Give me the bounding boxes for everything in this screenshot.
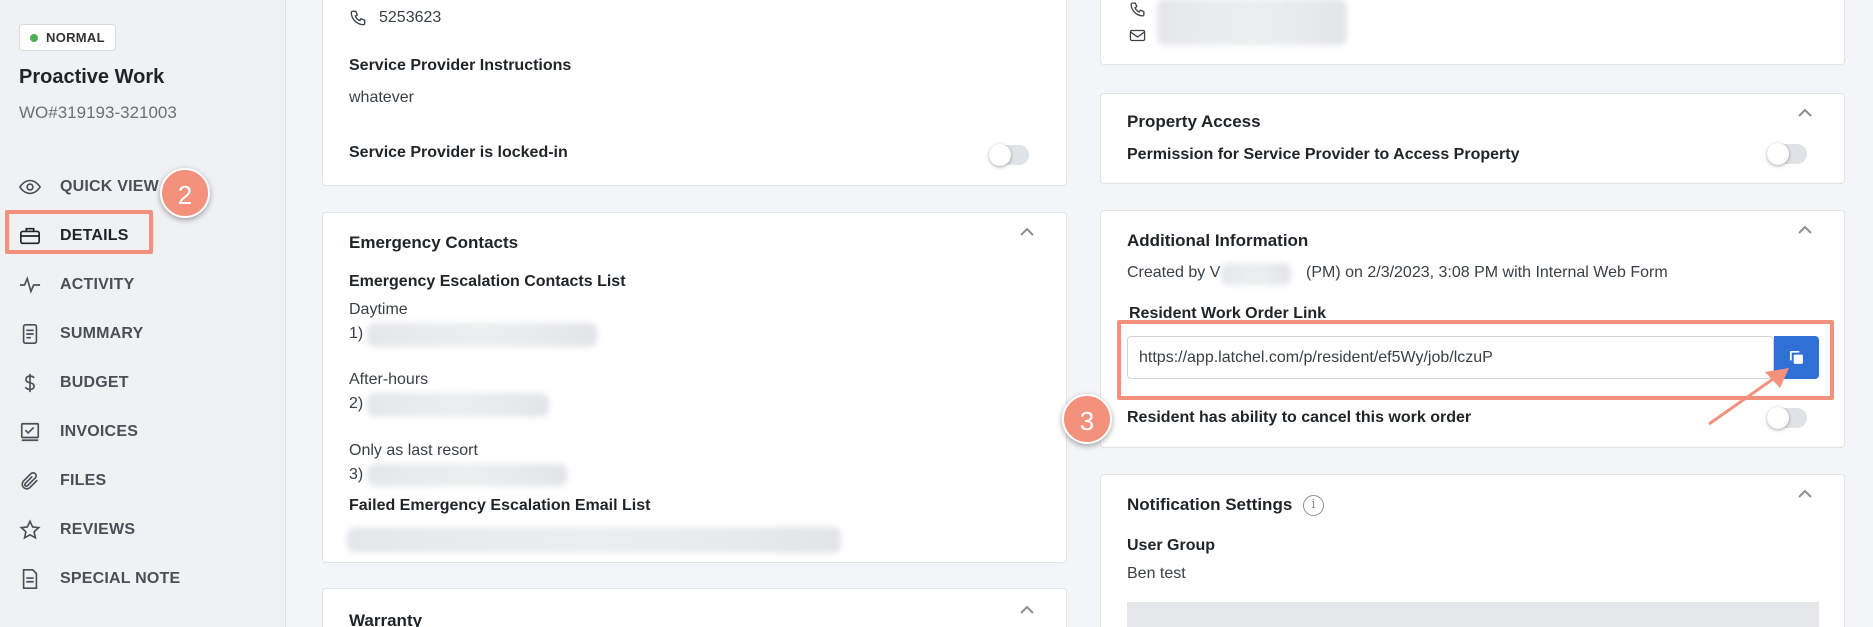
service-provider-card: 5253623 Service Provider Instructions wh… — [322, 0, 1067, 186]
sidebar-item-summary[interactable]: SUMMARY — [0, 309, 286, 358]
daytime-index: 1) — [349, 325, 364, 342]
annotation-arrow — [1708, 368, 1789, 426]
phone-icon — [350, 10, 366, 26]
step-marker-2: 2 — [160, 168, 210, 218]
chevron-up-icon[interactable] — [1798, 106, 1812, 120]
sidebar-item-budget[interactable]: BUDGET — [0, 358, 286, 407]
created-by-prefix: Created by V — [1127, 264, 1221, 281]
work-order-number: WO#319193-321003 — [19, 103, 177, 122]
provider-locked-label: Service Provider is locked-in — [349, 144, 568, 161]
provider-instructions-value: whatever — [349, 89, 414, 106]
sidebar-item-label: SUMMARY — [60, 324, 144, 342]
property-access-card: Property Access Permission for Service P… — [1100, 93, 1845, 184]
last-resort-label: Only as last resort — [349, 442, 478, 459]
sidebar: NORMAL Proactive Work WO#319193-321003 Q… — [0, 0, 286, 627]
phone-icon — [1130, 2, 1145, 17]
chevron-up-icon[interactable] — [1798, 487, 1812, 501]
warranty-title: Warranty — [349, 611, 423, 627]
additional-info-title: Additional Information — [1127, 231, 1309, 250]
escalation-list-label: Emergency Escalation Contacts List — [349, 273, 626, 290]
provider-instructions-label: Service Provider Instructions — [349, 57, 572, 74]
status-badge-label: NORMAL — [46, 30, 105, 45]
redacted-contact — [367, 464, 567, 486]
after-hours-label: After-hours — [349, 371, 429, 388]
provider-locked-toggle[interactable] — [989, 144, 1029, 166]
info-icon[interactable]: i — [1303, 495, 1324, 516]
last-resort-index: 3) — [349, 466, 364, 483]
activity-icon — [19, 276, 41, 294]
redacted-contact — [367, 393, 549, 417]
redacted-contact — [367, 323, 597, 347]
sidebar-item-files[interactable]: FILES — [0, 456, 286, 505]
created-by-suffix: (PM) on 2/3/2023, 3:08 PM with Internal … — [1306, 264, 1668, 281]
property-access-title: Property Access — [1127, 112, 1261, 131]
warranty-card: Warranty — [322, 588, 1067, 627]
failed-email-list-label: Failed Emergency Escalation Email List — [349, 497, 651, 514]
chevron-up-icon[interactable] — [1798, 223, 1812, 237]
invoice-icon — [20, 422, 40, 442]
user-group-label: User Group — [1127, 537, 1216, 554]
sidebar-item-label: INVOICES — [60, 422, 139, 440]
daytime-label: Daytime — [349, 301, 408, 318]
dollar-icon — [24, 373, 35, 393]
sidebar-item-special-note[interactable]: SPECIAL NOTE — [0, 554, 286, 603]
star-icon — [19, 519, 41, 540]
sidebar-item-label: ACTIVITY — [60, 275, 135, 293]
chevron-up-icon[interactable] — [1020, 225, 1034, 239]
sidebar-item-label: SPECIAL NOTE — [60, 569, 181, 587]
after-hours-index: 2) — [349, 395, 364, 412]
paperclip-icon — [21, 471, 38, 490]
sidebar-item-label: QUICK VIEW — [60, 177, 159, 195]
sidebar-item-quick-view[interactable]: QUICK VIEW i — [0, 162, 286, 211]
status-dot — [30, 34, 38, 42]
redacted-email-list — [347, 527, 841, 553]
sidebar-item-reviews[interactable]: REVIEWS — [0, 505, 286, 554]
provider-phone: 5253623 — [379, 9, 442, 26]
eye-icon — [19, 179, 41, 195]
user-group-value: Ben test — [1127, 565, 1186, 582]
sidebar-item-label: REVIEWS — [60, 520, 136, 538]
details-highlight-box — [5, 210, 153, 254]
redacted-contact — [1157, 0, 1347, 45]
contact-card — [1100, 0, 1845, 65]
emergency-contacts-title: Emergency Contacts — [349, 233, 519, 252]
access-permission-toggle[interactable] — [1767, 143, 1807, 165]
redacted-name — [1221, 263, 1291, 285]
sidebar-item-label: BUDGET — [60, 373, 129, 391]
chevron-up-icon[interactable] — [1020, 603, 1034, 617]
document-icon — [22, 324, 38, 344]
note-icon — [22, 569, 38, 589]
work-order-title: Proactive Work — [19, 66, 165, 88]
sidebar-item-invoices[interactable]: INVOICES — [0, 407, 286, 456]
emergency-contacts-card: Emergency Contacts Emergency Escalation … — [322, 212, 1067, 563]
notification-settings-title: Notification Settings — [1127, 495, 1293, 514]
sidebar-item-activity[interactable]: ACTIVITY — [0, 260, 286, 309]
resident-cancel-label: Resident has ability to cancel this work… — [1127, 409, 1472, 426]
mail-icon — [1129, 29, 1146, 42]
status-badge: NORMAL — [19, 24, 116, 51]
notification-info-panel — [1127, 602, 1819, 627]
step-marker-3: 3 — [1062, 394, 1112, 444]
access-permission-label: Permission for Service Provider to Acces… — [1127, 146, 1520, 163]
sidebar-item-label: FILES — [60, 471, 107, 489]
